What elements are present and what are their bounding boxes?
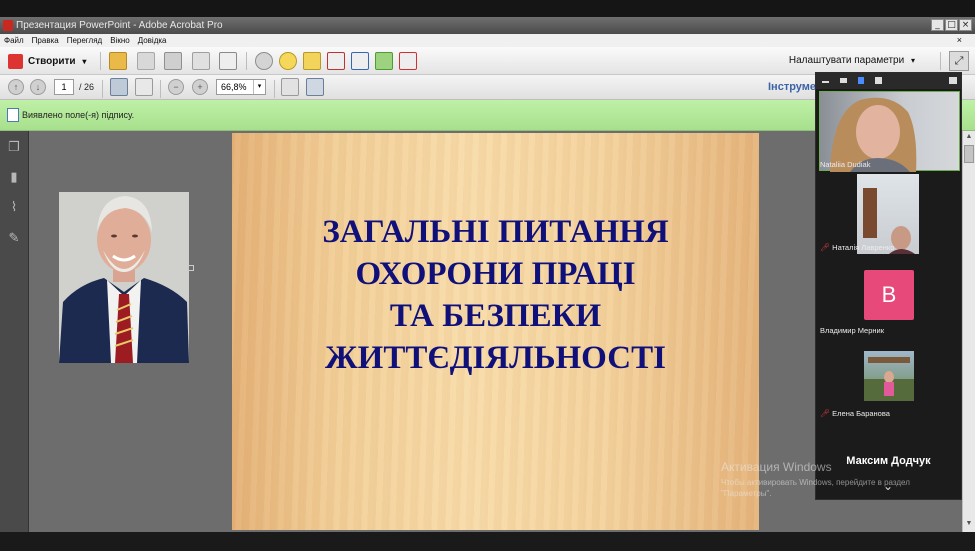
customize-settings-button[interactable]: Налаштувати параметри ▾ <box>789 55 915 66</box>
export-icon[interactable] <box>375 52 393 70</box>
signature-field-icon <box>7 108 19 122</box>
windows-activation-watermark: Активация Windows Чтобы активировать Win… <box>721 460 941 499</box>
menu-window[interactable]: Вікно <box>110 34 129 47</box>
page-total: / 26 <box>79 82 95 92</box>
select-tool-icon[interactable] <box>110 78 128 96</box>
exit-panel-icon[interactable] <box>949 77 957 84</box>
slide-title-line: ТА БЕЗПЕКИ <box>389 298 602 334</box>
vertical-scrollbar[interactable]: ▲ ▼ <box>962 131 975 532</box>
acrobat-app-icon <box>3 20 13 31</box>
highlight-icon[interactable] <box>303 52 321 70</box>
menu-view[interactable]: Перегляд <box>67 34 103 47</box>
pages-icon[interactable]: ❐ <box>7 139 21 155</box>
menu-edit[interactable]: Правка <box>32 34 59 47</box>
zoom-level-value: 66,8% <box>221 82 247 92</box>
participant-video <box>857 174 919 254</box>
settings-label: Налаштувати параметри <box>788 55 905 66</box>
scroll-thumb[interactable] <box>964 145 974 163</box>
slide-page: ЗАГАЛЬНІ ПИТАННЯ ОХОРОНИ ПРАЦІ ТА БЕЗПЕК… <box>232 133 759 530</box>
gallery-view-icon[interactable] <box>875 77 882 84</box>
review-icon[interactable] <box>399 52 417 70</box>
fit-width-icon[interactable] <box>281 78 299 96</box>
left-navigation-pane: ❐ ▮ ⌇ ✎ <box>0 131 29 532</box>
participant-video <box>864 351 914 401</box>
speaker-view-icon[interactable] <box>858 77 864 84</box>
close-window-button[interactable]: × <box>959 19 972 31</box>
settings-icon[interactable] <box>255 52 273 70</box>
menu-bar: Файл Правка Перегляд Вікно Довідка × <box>0 34 975 47</box>
open-folder-icon[interactable] <box>109 52 127 70</box>
previous-page-icon[interactable]: ↑ <box>8 79 24 95</box>
bookmark-icon[interactable]: ▮ <box>7 169 21 185</box>
participant-tile[interactable]: 🎤︎ Елена Баранова <box>816 339 961 421</box>
participant-name: Елена Баранова <box>832 409 890 418</box>
create-dropdown-icon: ▾ <box>82 57 87 66</box>
participant-tile[interactable]: 🎤︎ Наталія Лавренко <box>816 173 961 255</box>
participant-name: Владимир Мерник <box>820 326 885 335</box>
participant-tile[interactable]: Nataliia Dudiak <box>816 90 961 172</box>
main-toolbar: Створити ▾ Налаштувати параметри ▾ ⤢ <box>0 47 975 75</box>
presenter-portrait-image <box>59 192 189 363</box>
attachment-icon[interactable]: ⌇ <box>7 199 21 215</box>
zoom-level-select[interactable]: 66,8% ▾ <box>216 79 266 95</box>
participant-avatar: В <box>864 270 914 320</box>
slide-title: ЗАГАЛЬНІ ПИТАННЯ ОХОРОНИ ПРАЦІ ТА БЕЗПЕК… <box>232 211 759 379</box>
watermark-text: Чтобы активировать Windows, перейдите в … <box>721 478 910 498</box>
scroll-down-icon[interactable]: ▼ <box>964 520 974 530</box>
zoom-in-icon[interactable]: + <box>192 79 208 95</box>
close-document-icon[interactable]: × <box>957 34 962 47</box>
window-title-bar: Презентация PowerPoint - Adobe Acrobat P… <box>0 17 975 34</box>
minimize-panel-icon[interactable] <box>822 81 829 83</box>
video-participants-panel: Nataliia Dudiak 🎤︎ Наталія Лавренко Влади… <box>815 72 962 500</box>
create-pdf-icon <box>8 54 23 69</box>
maximize-button[interactable]: □ <box>945 19 958 31</box>
menu-help[interactable]: Довідка <box>138 34 167 47</box>
participant-video <box>819 91 960 172</box>
fit-page-icon[interactable] <box>306 78 324 96</box>
participant-name: Наталія Лавренко <box>832 243 895 252</box>
slide-title-line: ОХОРОНИ ПРАЦІ <box>355 256 636 292</box>
comment-icon[interactable] <box>279 52 297 70</box>
tools-panel-link[interactable]: Інструме <box>768 81 816 93</box>
participant-name-muted: 🎤︎ Елена Баранова <box>820 409 890 418</box>
window-controls: _ □ × <box>931 19 972 31</box>
muted-mic-icon: 🎤︎ <box>820 409 831 418</box>
participant-name-muted: 🎤︎ Наталія Лавренко <box>820 243 894 252</box>
sign-icon[interactable] <box>351 52 369 70</box>
scroll-up-icon[interactable]: ▲ <box>964 133 974 143</box>
screen: Презентация PowerPoint - Adobe Acrobat P… <box>0 0 975 551</box>
edit-icon[interactable] <box>192 52 210 70</box>
panel-view-controls <box>816 73 961 89</box>
secure-icon[interactable] <box>327 52 345 70</box>
expand-icon[interactable]: ⤢ <box>949 51 969 71</box>
minimize-button[interactable]: _ <box>931 19 944 31</box>
bottom-frame <box>0 532 975 551</box>
save-icon[interactable] <box>137 52 155 70</box>
menu-file[interactable]: Файл <box>4 34 24 47</box>
create-button[interactable]: Створити ▾ <box>8 53 86 70</box>
participant-name: Nataliia Dudiak <box>820 160 871 169</box>
muted-mic-icon: 🎤︎ <box>820 243 831 252</box>
zoom-dropdown-icon: ▾ <box>253 80 265 94</box>
zoom-out-icon[interactable]: − <box>168 79 184 95</box>
selection-handle[interactable] <box>188 265 194 271</box>
signature-icon[interactable]: ✎ <box>7 230 21 246</box>
watermark-title: Активация Windows <box>721 460 832 474</box>
settings-dropdown-icon: ▾ <box>910 56 915 65</box>
thumbnail-view-icon[interactable] <box>840 78 847 83</box>
page-number-input[interactable]: 1 <box>54 79 74 95</box>
slide-title-line: ЖИТТЄДІЯЛЬНОСТІ <box>325 340 666 376</box>
next-page-icon[interactable]: ↓ <box>30 79 46 95</box>
print-icon[interactable] <box>164 52 182 70</box>
slide-title-line: ЗАГАЛЬНІ ПИТАННЯ <box>322 214 669 250</box>
signature-message: Виявлено поле(-я) підпису. <box>22 110 135 120</box>
window-title: Презентация PowerPoint - Adobe Acrobat P… <box>16 20 223 31</box>
hand-tool-icon[interactable] <box>135 78 153 96</box>
create-label: Створити <box>28 56 76 67</box>
email-icon[interactable] <box>219 52 237 70</box>
